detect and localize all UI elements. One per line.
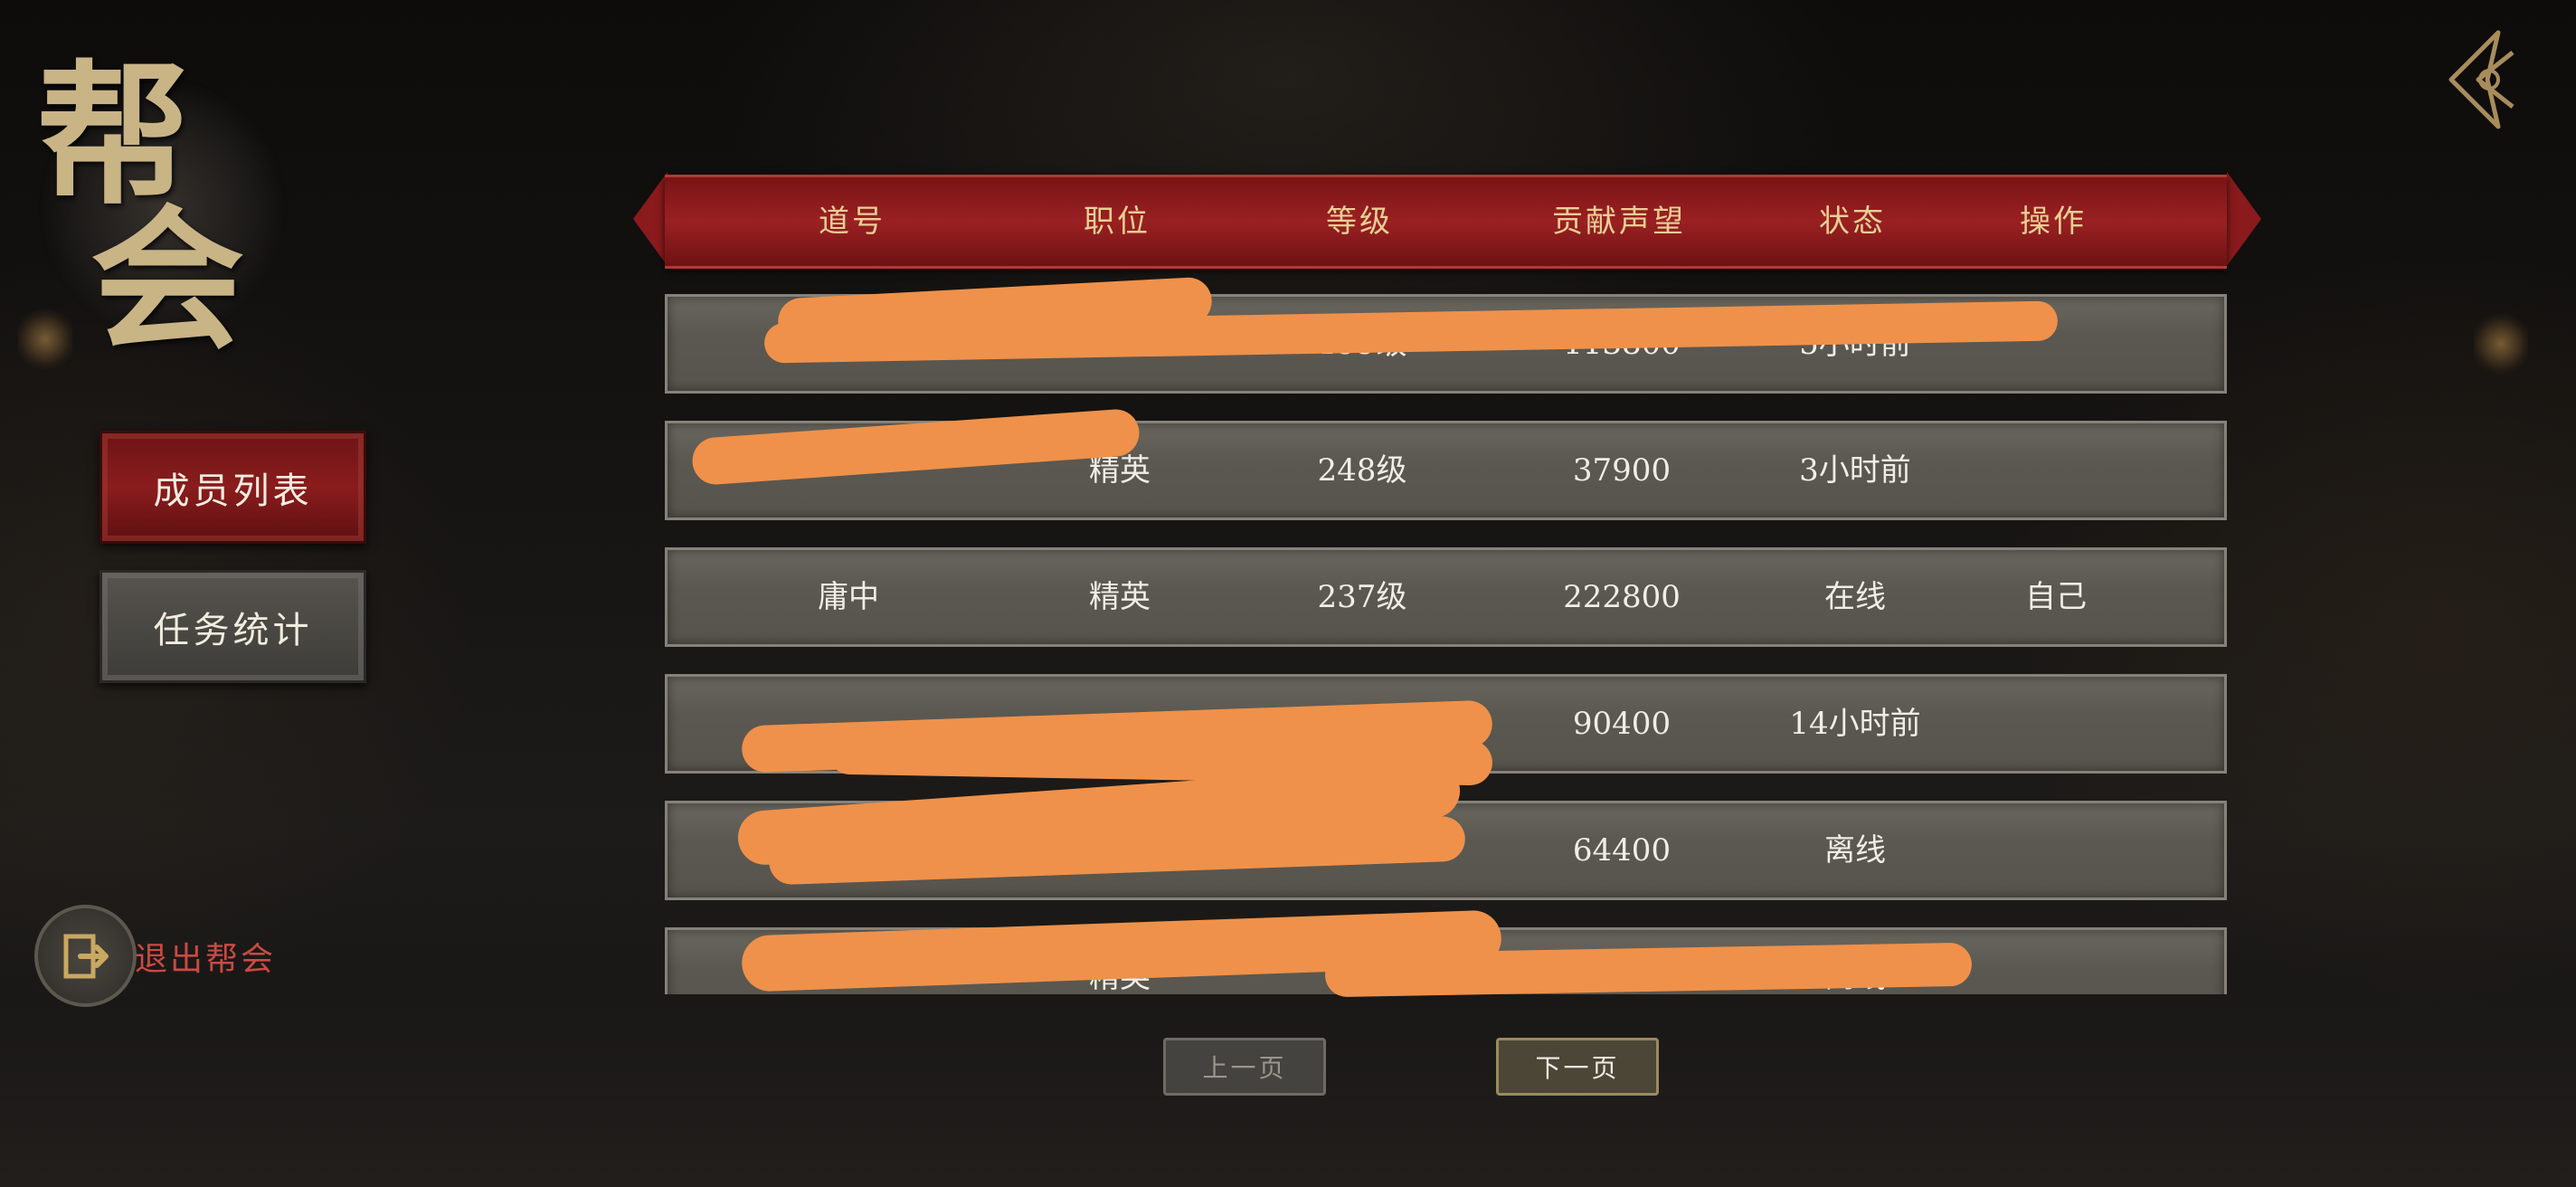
- header-cap-left: [633, 172, 668, 266]
- cell-contribution: 222800: [1563, 579, 1681, 615]
- next-page-label: 下一页: [1535, 1053, 1620, 1083]
- header-role: 职位: [1084, 204, 1151, 240]
- member-list-label: 成员列表: [153, 470, 313, 512]
- task-stats-tab[interactable]: 任务统计: [99, 570, 366, 683]
- cell-level: 248级: [1317, 452, 1407, 489]
- page-title: 帮 会: [36, 54, 244, 362]
- cell-status: 14小时前: [1789, 706, 1921, 742]
- cell-role: 精英: [1089, 579, 1151, 615]
- cell-contribution: 37900: [1572, 452, 1672, 489]
- cell-action[interactable]: 自己: [2025, 550, 2087, 644]
- table-header: 道号 职位 等级 贡献声望 状态 操作: [665, 175, 2227, 269]
- prev-page-button[interactable]: 上一页: [1163, 1038, 1326, 1096]
- header-level: 等级: [1326, 204, 1393, 240]
- exit-guild-label: 退出帮会: [135, 940, 277, 978]
- cell-status: 离线: [1824, 832, 1886, 869]
- cell-contribution: 90400: [1572, 706, 1672, 742]
- cell-status: 3小时前: [1799, 452, 1911, 489]
- header-name: 道号: [819, 204, 886, 240]
- table-row[interactable]: 庸中 精英 237级 222800 在线 自己: [665, 547, 2227, 647]
- member-list-tab[interactable]: 成员列表: [99, 431, 366, 544]
- header-contribution: 贡献声望: [1552, 204, 1686, 240]
- header-action: 操作: [2020, 204, 2087, 240]
- cell-contribution: 64400: [1572, 832, 1672, 869]
- header-cap-right: [2227, 172, 2261, 266]
- exit-guild-button[interactable]: 退出帮会: [34, 905, 276, 1007]
- prev-page-label: 上一页: [1202, 1053, 1287, 1083]
- exit-door-icon: [34, 905, 137, 1007]
- member-table: 199级 113800 5小时前 精英 248级 37900 3小时前 庸中 精…: [665, 294, 2227, 994]
- back-arrow-icon[interactable]: [2435, 25, 2525, 134]
- title-char-2: 会: [90, 190, 245, 371]
- lantern-right: [2474, 312, 2528, 375]
- cell-name: 庸中: [818, 579, 879, 615]
- task-stats-label: 任务统计: [153, 609, 313, 651]
- cell-status: 在线: [1824, 579, 1886, 615]
- cell-level: 237级: [1317, 579, 1407, 615]
- next-page-button[interactable]: 下一页: [1496, 1038, 1659, 1096]
- header-status: 状态: [1819, 204, 1886, 240]
